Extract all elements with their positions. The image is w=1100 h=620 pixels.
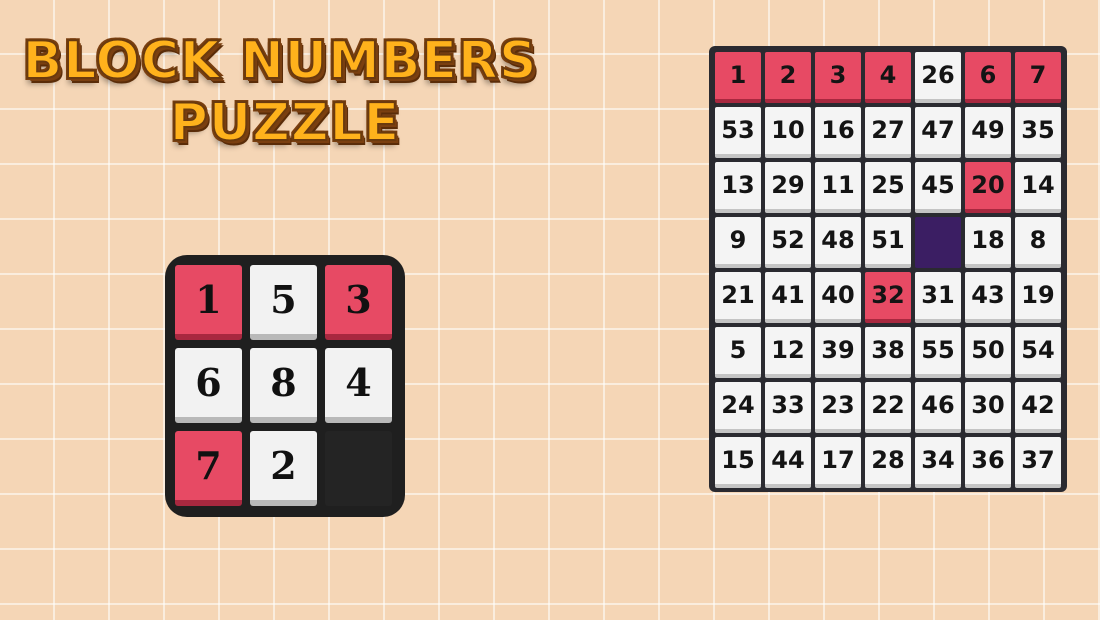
large-puzzle-tile[interactable]: 36 xyxy=(965,437,1011,488)
large-puzzle-tile[interactable]: 55 xyxy=(915,327,961,378)
large-puzzle-tile[interactable]: 37 xyxy=(1015,437,1061,488)
small-puzzle-tile[interactable]: 2 xyxy=(250,431,317,506)
large-puzzle-tile[interactable]: 28 xyxy=(865,437,911,488)
large-puzzle-tile[interactable]: 30 xyxy=(965,382,1011,433)
large-puzzle-tile[interactable]: 3 xyxy=(815,52,861,103)
large-puzzle-tile[interactable]: 52 xyxy=(765,217,811,268)
small-puzzle-grid: 153 684 72 xyxy=(175,265,395,506)
large-puzzle-grid: 1 2 3 4 26 6 7 53 10 16 27 47 49 35 13 29 11 25 45 20 14 9 52 4… xyxy=(715,52,1061,488)
large-puzzle-tile[interactable]: 32 xyxy=(865,272,911,323)
small-puzzle-tile[interactable]: 8 xyxy=(250,348,317,423)
large-puzzle-board: 1 2 3 4 26 6 7 53 10 16 27 47 49 35 13 29 11 25 45 20 14 9 52 4… xyxy=(709,46,1067,492)
large-puzzle-tile[interactable]: 33 xyxy=(765,382,811,433)
large-puzzle-tile[interactable]: 1 xyxy=(715,52,761,103)
small-puzzle-board: 153 684 72 xyxy=(165,255,405,517)
large-puzzle-tile[interactable]: 40 xyxy=(815,272,861,323)
large-puzzle-empty-slot xyxy=(915,217,961,268)
large-puzzle-tile[interactable]: 26 xyxy=(915,52,961,103)
large-puzzle-tile[interactable]: 27 xyxy=(865,107,911,158)
large-puzzle-tile[interactable]: 25 xyxy=(865,162,911,213)
large-puzzle-tile[interactable]: 8 xyxy=(1015,217,1061,268)
small-puzzle-tile[interactable]: 5 xyxy=(250,265,317,340)
large-puzzle-tile[interactable]: 15 xyxy=(715,437,761,488)
large-puzzle-tile[interactable]: 49 xyxy=(965,107,1011,158)
large-puzzle-tile[interactable]: 12 xyxy=(765,327,811,378)
large-puzzle-tile[interactable]: 7 xyxy=(1015,52,1061,103)
small-puzzle-tile[interactable]: 1 xyxy=(175,265,242,340)
large-puzzle-tile[interactable]: 10 xyxy=(765,107,811,158)
large-puzzle-tile[interactable]: 46 xyxy=(915,382,961,433)
large-puzzle-tile[interactable]: 44 xyxy=(765,437,811,488)
large-puzzle-tile[interactable]: 24 xyxy=(715,382,761,433)
large-puzzle-tile[interactable]: 19 xyxy=(1015,272,1061,323)
large-puzzle-tile[interactable]: 34 xyxy=(915,437,961,488)
large-puzzle-tile[interactable]: 45 xyxy=(915,162,961,213)
large-puzzle-tile[interactable]: 5 xyxy=(715,327,761,378)
large-puzzle-tile[interactable]: 54 xyxy=(1015,327,1061,378)
large-puzzle-tile[interactable]: 31 xyxy=(915,272,961,323)
large-puzzle-tile[interactable]: 18 xyxy=(965,217,1011,268)
large-puzzle-tile[interactable]: 38 xyxy=(865,327,911,378)
large-puzzle-tile[interactable]: 51 xyxy=(865,217,911,268)
game-title: BLOCK NUMBERS PUZZLE xyxy=(0,30,560,154)
title-line-1: BLOCK NUMBERS xyxy=(22,30,538,92)
large-puzzle-tile[interactable]: 35 xyxy=(1015,107,1061,158)
large-puzzle-tile[interactable]: 50 xyxy=(965,327,1011,378)
title-line-2: PUZZLE xyxy=(169,92,401,154)
large-puzzle-tile[interactable]: 23 xyxy=(815,382,861,433)
small-puzzle-tile[interactable]: 4 xyxy=(325,348,392,423)
large-puzzle-tile[interactable]: 53 xyxy=(715,107,761,158)
small-puzzle-tile[interactable]: 7 xyxy=(175,431,242,506)
small-puzzle-tile[interactable]: 3 xyxy=(325,265,392,340)
large-puzzle-tile[interactable]: 22 xyxy=(865,382,911,433)
large-puzzle-tile[interactable]: 16 xyxy=(815,107,861,158)
large-puzzle-tile[interactable]: 14 xyxy=(1015,162,1061,213)
large-puzzle-tile[interactable]: 41 xyxy=(765,272,811,323)
large-puzzle-tile[interactable]: 6 xyxy=(965,52,1011,103)
large-puzzle-tile[interactable]: 21 xyxy=(715,272,761,323)
large-puzzle-tile[interactable]: 2 xyxy=(765,52,811,103)
large-puzzle-tile[interactable]: 47 xyxy=(915,107,961,158)
large-puzzle-tile[interactable]: 48 xyxy=(815,217,861,268)
small-puzzle-empty-slot xyxy=(325,431,392,506)
large-puzzle-tile[interactable]: 43 xyxy=(965,272,1011,323)
large-puzzle-tile[interactable]: 9 xyxy=(715,217,761,268)
large-puzzle-tile[interactable]: 42 xyxy=(1015,382,1061,433)
small-puzzle-tile[interactable]: 6 xyxy=(175,348,242,423)
large-puzzle-tile[interactable]: 13 xyxy=(715,162,761,213)
large-puzzle-tile[interactable]: 29 xyxy=(765,162,811,213)
large-puzzle-tile[interactable]: 4 xyxy=(865,52,911,103)
large-puzzle-tile[interactable]: 17 xyxy=(815,437,861,488)
large-puzzle-tile[interactable]: 39 xyxy=(815,327,861,378)
large-puzzle-tile[interactable]: 11 xyxy=(815,162,861,213)
large-puzzle-tile[interactable]: 20 xyxy=(965,162,1011,213)
